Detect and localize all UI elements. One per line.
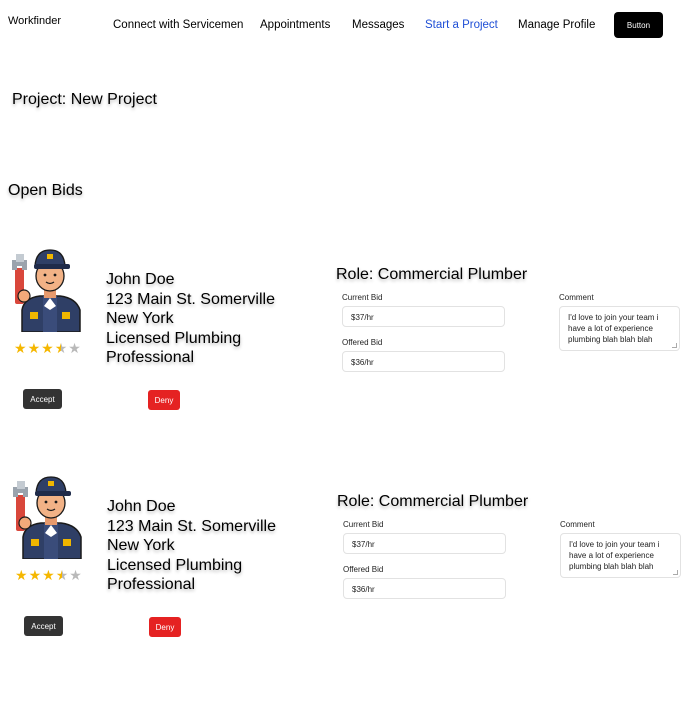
servicer-license-line2: Professional bbox=[106, 349, 195, 367]
current-bid-label: Current Bid bbox=[343, 520, 384, 529]
accept-button[interactable]: Accept bbox=[24, 616, 63, 636]
star-empty-icon: ★ bbox=[69, 568, 82, 584]
nav-messages[interactable]: Messages bbox=[352, 19, 404, 31]
plumber-avatar-icon bbox=[13, 476, 82, 559]
nav-start-a-project[interactable]: Start a Project bbox=[425, 19, 498, 31]
servicer-license-line2: Professional bbox=[107, 576, 196, 594]
current-bid-field[interactable]: $37/hr bbox=[343, 533, 506, 554]
star-icon: ★ bbox=[15, 568, 28, 584]
role-title: Role: Commercial Plumber bbox=[337, 493, 529, 510]
deny-button[interactable]: Deny bbox=[149, 617, 181, 637]
comment-text: I'd love to join your team i have a lot … bbox=[568, 313, 659, 344]
comment-label: Comment bbox=[560, 520, 595, 529]
servicer-state: New York bbox=[107, 537, 175, 555]
comment-textarea[interactable]: I'd love to join your team i have a lot … bbox=[560, 533, 681, 578]
servicer-info: John Doe 123 Main St. Somerville New Yor… bbox=[107, 497, 276, 595]
star-icon: ★ bbox=[41, 341, 54, 357]
role-title: Role: Commercial Plumber bbox=[336, 266, 528, 283]
star-empty-icon: ★ bbox=[68, 341, 81, 357]
current-bid-field[interactable]: $37/hr bbox=[342, 306, 505, 327]
servicer-state: New York bbox=[106, 310, 174, 328]
deny-button[interactable]: Deny bbox=[148, 390, 180, 410]
star-half-icon: ★ bbox=[55, 568, 69, 584]
bid-card: ★ ★ ★ ★ ★ John Doe 123 Main St. Somervil… bbox=[1, 473, 692, 673]
servicer-info: John Doe 123 Main St. Somerville New Yor… bbox=[106, 270, 275, 368]
section-title-open-bids: Open Bids bbox=[8, 182, 83, 199]
comment-text: I'd love to join your team i have a lot … bbox=[569, 540, 660, 571]
rating-stars: ★ ★ ★ ★ ★ bbox=[14, 342, 81, 356]
offered-bid-label: Offered Bid bbox=[342, 338, 383, 347]
comment-label: Comment bbox=[559, 293, 594, 302]
nav-manage-profile[interactable]: Manage Profile bbox=[518, 19, 595, 31]
plumber-avatar-icon bbox=[12, 249, 81, 332]
offered-bid-field[interactable]: $36/hr bbox=[342, 351, 505, 372]
servicer-license-line1: Licensed Plumbing bbox=[106, 329, 242, 347]
nav-appointments[interactable]: Appointments bbox=[260, 19, 330, 31]
offered-bid-field[interactable]: $36/hr bbox=[343, 578, 506, 599]
header-button[interactable]: Button bbox=[614, 12, 663, 38]
star-half-icon: ★ bbox=[54, 341, 68, 357]
servicer-address: 123 Main St. Somerville bbox=[107, 517, 276, 535]
star-icon: ★ bbox=[42, 568, 55, 584]
servicer-license-line1: Licensed Plumbing bbox=[107, 556, 243, 574]
servicer-name: John Doe bbox=[107, 498, 176, 515]
resize-handle-icon[interactable] bbox=[672, 343, 677, 348]
servicer-address: 123 Main St. Somerville bbox=[106, 290, 275, 308]
current-bid-label: Current Bid bbox=[342, 293, 383, 302]
brand-logo-text[interactable]: Workfinder bbox=[8, 15, 61, 27]
resize-handle-icon[interactable] bbox=[673, 570, 678, 575]
star-icon: ★ bbox=[27, 341, 41, 357]
comment-textarea[interactable]: I'd love to join your team i have a lot … bbox=[559, 306, 680, 351]
star-icon: ★ bbox=[28, 568, 42, 584]
rating-stars: ★ ★ ★ ★ ★ bbox=[15, 569, 82, 583]
offered-bid-label: Offered Bid bbox=[343, 565, 384, 574]
bid-card: ★ ★ ★ ★ ★ John Doe 123 Main St. Somervil… bbox=[0, 246, 692, 446]
nav-connect-with-servicemen[interactable]: Connect with Servicemen bbox=[113, 19, 243, 31]
accept-button[interactable]: Accept bbox=[23, 389, 62, 409]
servicer-name: John Doe bbox=[106, 271, 175, 288]
page-title: Project: New Project bbox=[12, 91, 157, 108]
star-icon: ★ bbox=[14, 341, 27, 357]
